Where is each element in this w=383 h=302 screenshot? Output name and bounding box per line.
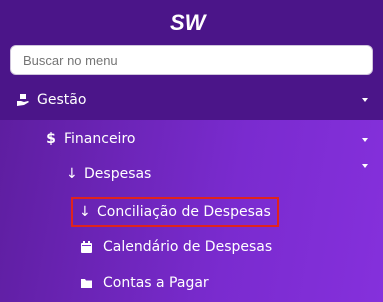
chevron-down-icon[interactable] bbox=[362, 164, 368, 168]
arrow-down-icon: ↓ bbox=[66, 166, 78, 182]
menu-item-label: Conciliação de Despesas bbox=[97, 204, 271, 220]
dollar-icon: $ bbox=[46, 131, 56, 147]
sw-logo[interactable]: SW bbox=[168, 9, 216, 35]
menu-item-despesas[interactable]: ↓ Despesas bbox=[66, 163, 151, 185]
menu-item-gestao[interactable]: Gestão bbox=[16, 89, 86, 111]
hand-holding-box-icon bbox=[17, 94, 29, 106]
menu-item-contas-a-pagar[interactable]: Contas a Pagar bbox=[80, 272, 209, 294]
chevron-down-icon[interactable] bbox=[362, 98, 368, 102]
search-input[interactable] bbox=[10, 45, 373, 75]
menu-item-calendario-despesas[interactable]: Calendário de Despesas bbox=[80, 236, 272, 258]
menu-item-label: Financeiro bbox=[64, 131, 136, 147]
calendar-icon bbox=[81, 240, 92, 253]
menu-item-label: Calendário de Despesas bbox=[103, 239, 273, 255]
menu-item-conciliacao-despesas[interactable]: ↓ Conciliação de Despesas bbox=[79, 201, 271, 223]
menu-item-label: Contas a Pagar bbox=[103, 275, 209, 291]
menu-item-label: Gestão bbox=[37, 92, 87, 108]
chevron-down-icon[interactable] bbox=[362, 138, 368, 142]
menu-item-financeiro[interactable]: $ Financeiro bbox=[46, 128, 135, 150]
folder-icon bbox=[81, 278, 92, 288]
logo-text: SW bbox=[170, 10, 208, 35]
arrow-down-icon: ↓ bbox=[79, 204, 91, 220]
menu-item-label: Despesas bbox=[84, 166, 152, 182]
